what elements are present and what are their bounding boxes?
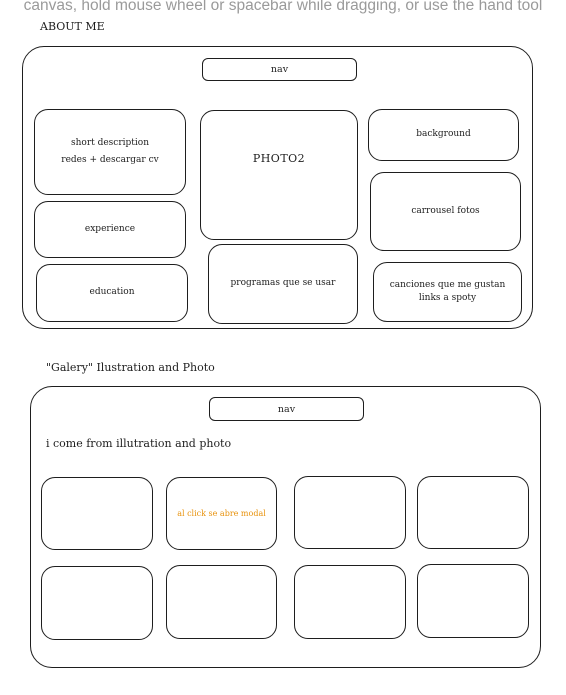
- gallery-card-5[interactable]: [41, 566, 153, 640]
- education-text: education: [89, 287, 135, 298]
- background-text: background: [416, 129, 471, 140]
- redes-text: redes + descargar cv: [61, 155, 159, 165]
- gallery-section-title: "Galery" Ilustration and Photo: [46, 361, 215, 374]
- canciones-text: canciones que me gustan: [389, 279, 506, 290]
- gallery-nav-label: nav: [277, 403, 296, 415]
- canvas-hint-text: canvas, hold mouse wheel or spacebar whi…: [23, 0, 543, 14]
- gallery-card-8[interactable]: [417, 564, 529, 638]
- programas-box[interactable]: programas que se usar: [208, 244, 358, 324]
- carrousel-box[interactable]: carrousel fotos: [370, 172, 521, 251]
- photo-box[interactable]: PHOTO2: [200, 110, 358, 240]
- short-description-box[interactable]: short description redes + descargar cv: [34, 109, 186, 195]
- canciones-box[interactable]: canciones que me gustan links a spoty: [373, 262, 522, 322]
- experience-box[interactable]: experience: [34, 201, 186, 258]
- modal-note-text: al click se abre modal: [177, 508, 266, 518]
- about-nav-label: nav: [270, 64, 289, 75]
- about-nav[interactable]: nav: [202, 58, 357, 81]
- carrousel-text: carrousel fotos: [411, 205, 480, 216]
- education-box[interactable]: education: [36, 264, 188, 322]
- programas-text: programas que se usar: [230, 278, 336, 289]
- short-description-text: short description: [70, 137, 149, 148]
- experience-text: experience: [84, 223, 136, 234]
- background-box[interactable]: background: [368, 109, 519, 161]
- gallery-card-4[interactable]: [417, 476, 529, 549]
- spoty-links-text: links a spoty: [418, 293, 477, 303]
- photo-text: PHOTO2: [252, 152, 306, 165]
- about-section-title: ABOUT ME: [40, 20, 105, 33]
- gallery-card-3[interactable]: [294, 476, 406, 549]
- gallery-card-6[interactable]: [166, 565, 277, 639]
- gallery-nav[interactable]: nav: [209, 397, 364, 421]
- gallery-card-7[interactable]: [294, 565, 406, 639]
- gallery-intro-text: i come from illutration and photo: [46, 437, 232, 450]
- gallery-card-1[interactable]: [41, 477, 153, 550]
- gallery-card-2[interactable]: al click se abre modal: [166, 477, 277, 550]
